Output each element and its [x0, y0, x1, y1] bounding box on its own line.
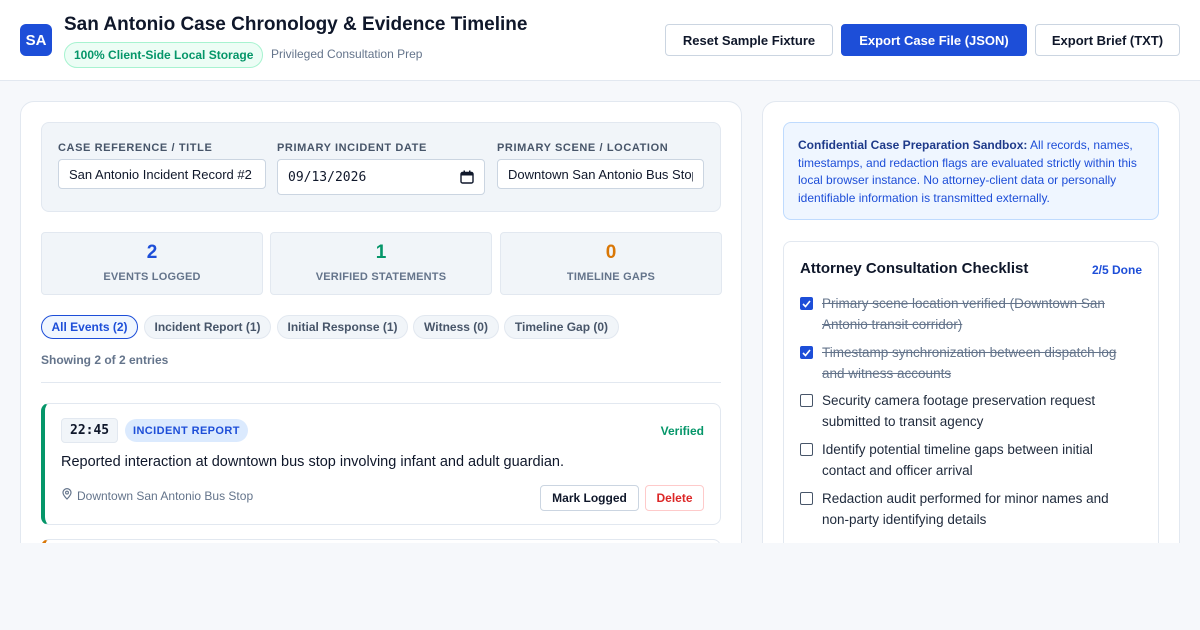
checklist-item[interactable]: Identify potential timeline gaps between…	[800, 440, 1144, 484]
app-logo: SA	[20, 24, 52, 56]
stat-label: VERIFIED STATEMENTS	[315, 271, 447, 283]
incident-date-label: PRIMARY INCIDENT DATE	[277, 142, 427, 154]
stat-value: 2	[146, 242, 158, 263]
filter-initial-response[interactable]: Initial Response (1)	[277, 315, 408, 339]
checklist-item[interactable]: Redaction audit performed for minor name…	[800, 489, 1144, 533]
divider	[41, 382, 721, 383]
checklist-progress: 2/5 Done	[1091, 263, 1142, 277]
stat-value: 1	[375, 242, 387, 263]
event-time: 22:45	[61, 418, 119, 443]
app-title: San Antonio Case Chronology & Evidence T…	[64, 14, 528, 35]
checkbox-unchecked[interactable]	[800, 492, 813, 505]
export-txt-button[interactable]: Export Brief (TXT)	[1035, 24, 1180, 56]
calendar-icon[interactable]	[460, 170, 474, 184]
confidential-notice: Confidential Case Preparation Sandbox: A…	[783, 122, 1159, 220]
app-subtitle: Privileged Consultation Prep	[271, 47, 423, 61]
event-description: Reported interaction at downtown bus sto…	[61, 454, 564, 470]
scene-location-label: PRIMARY SCENE / LOCATION	[497, 142, 669, 154]
incident-date-value: 09/13/2026	[288, 169, 367, 185]
case-fields: CASE REFERENCE / TITLE PRIMARY INCIDENT …	[41, 122, 721, 212]
checklist-item[interactable]: Security camera footage preservation req…	[800, 391, 1144, 435]
stat-events-logged: 2 EVENTS LOGGED	[41, 232, 263, 295]
notice-heading: Confidential Case Preparation Sandbox:	[798, 138, 1028, 152]
checklist-item-text: Identify potential timeline gaps between…	[822, 442, 1093, 478]
map-pin-icon	[61, 488, 73, 503]
filter-timeline-gap[interactable]: Timeline Gap (0)	[504, 315, 619, 339]
scene-location-input[interactable]	[497, 159, 704, 189]
checkbox-checked[interactable]	[800, 346, 813, 359]
reset-fixture-button[interactable]: Reset Sample Fixture	[665, 24, 833, 56]
stat-value: 0	[605, 242, 617, 263]
viewport-bottom	[0, 543, 1200, 630]
checklist-item[interactable]: Primary scene location verified (Downtow…	[800, 294, 1144, 338]
checklist-item-text: Primary scene location verified (Downtow…	[822, 296, 1105, 332]
stat-verified-statements: 1 VERIFIED STATEMENTS	[270, 232, 492, 295]
checklist-item-text: Redaction audit performed for minor name…	[822, 491, 1109, 527]
checklist-item-text: Security camera footage preservation req…	[822, 393, 1096, 429]
storage-badge: 100% Client-Side Local Storage	[64, 42, 264, 68]
timeline-panel: CASE REFERENCE / TITLE PRIMARY INCIDENT …	[20, 101, 742, 599]
checkbox-unchecked[interactable]	[800, 394, 813, 407]
export-json-button[interactable]: Export Case File (JSON)	[841, 24, 1027, 56]
verified-status: Verified	[660, 424, 704, 438]
checklist-title: Attorney Consultation Checklist	[800, 260, 1029, 277]
event-location: Downtown San Antonio Bus Stop	[61, 488, 253, 503]
app-header: SA San Antonio Case Chronology & Evidenc…	[0, 0, 1200, 81]
filter-all-events[interactable]: All Events (2)	[41, 315, 138, 339]
case-title-input[interactable]	[58, 159, 266, 189]
mark-logged-button[interactable]: Mark Logged	[540, 485, 639, 511]
event-location-text: Downtown San Antonio Bus Stop	[77, 488, 254, 503]
consultation-checklist: Attorney Consultation Checklist 2/5 Done…	[783, 241, 1159, 571]
stat-label: EVENTS LOGGED	[103, 271, 201, 283]
checkbox-checked[interactable]	[800, 297, 813, 310]
checkbox-unchecked[interactable]	[800, 443, 813, 456]
event-type-badge: INCIDENT REPORT	[125, 419, 248, 442]
filter-incident-report[interactable]: Incident Report (1)	[144, 315, 271, 339]
checklist-item-text: Timestamp synchronization between dispat…	[822, 345, 1117, 381]
showing-count: Showing 2 of 2 entries	[41, 353, 169, 367]
stat-label: TIMELINE GAPS	[566, 271, 656, 283]
sidebar-panel: Confidential Case Preparation Sandbox: A…	[762, 101, 1180, 571]
event-card: 22:45 INCIDENT REPORT Verified Reported …	[41, 403, 721, 525]
stat-timeline-gaps: 0 TIMELINE GAPS	[500, 232, 722, 295]
case-title-label: CASE REFERENCE / TITLE	[58, 142, 213, 154]
checklist-item[interactable]: Timestamp synchronization between dispat…	[800, 343, 1144, 387]
incident-date-input[interactable]: 09/13/2026	[277, 159, 485, 195]
delete-event-button[interactable]: Delete	[645, 485, 704, 511]
filter-witness[interactable]: Witness (0)	[413, 315, 499, 339]
